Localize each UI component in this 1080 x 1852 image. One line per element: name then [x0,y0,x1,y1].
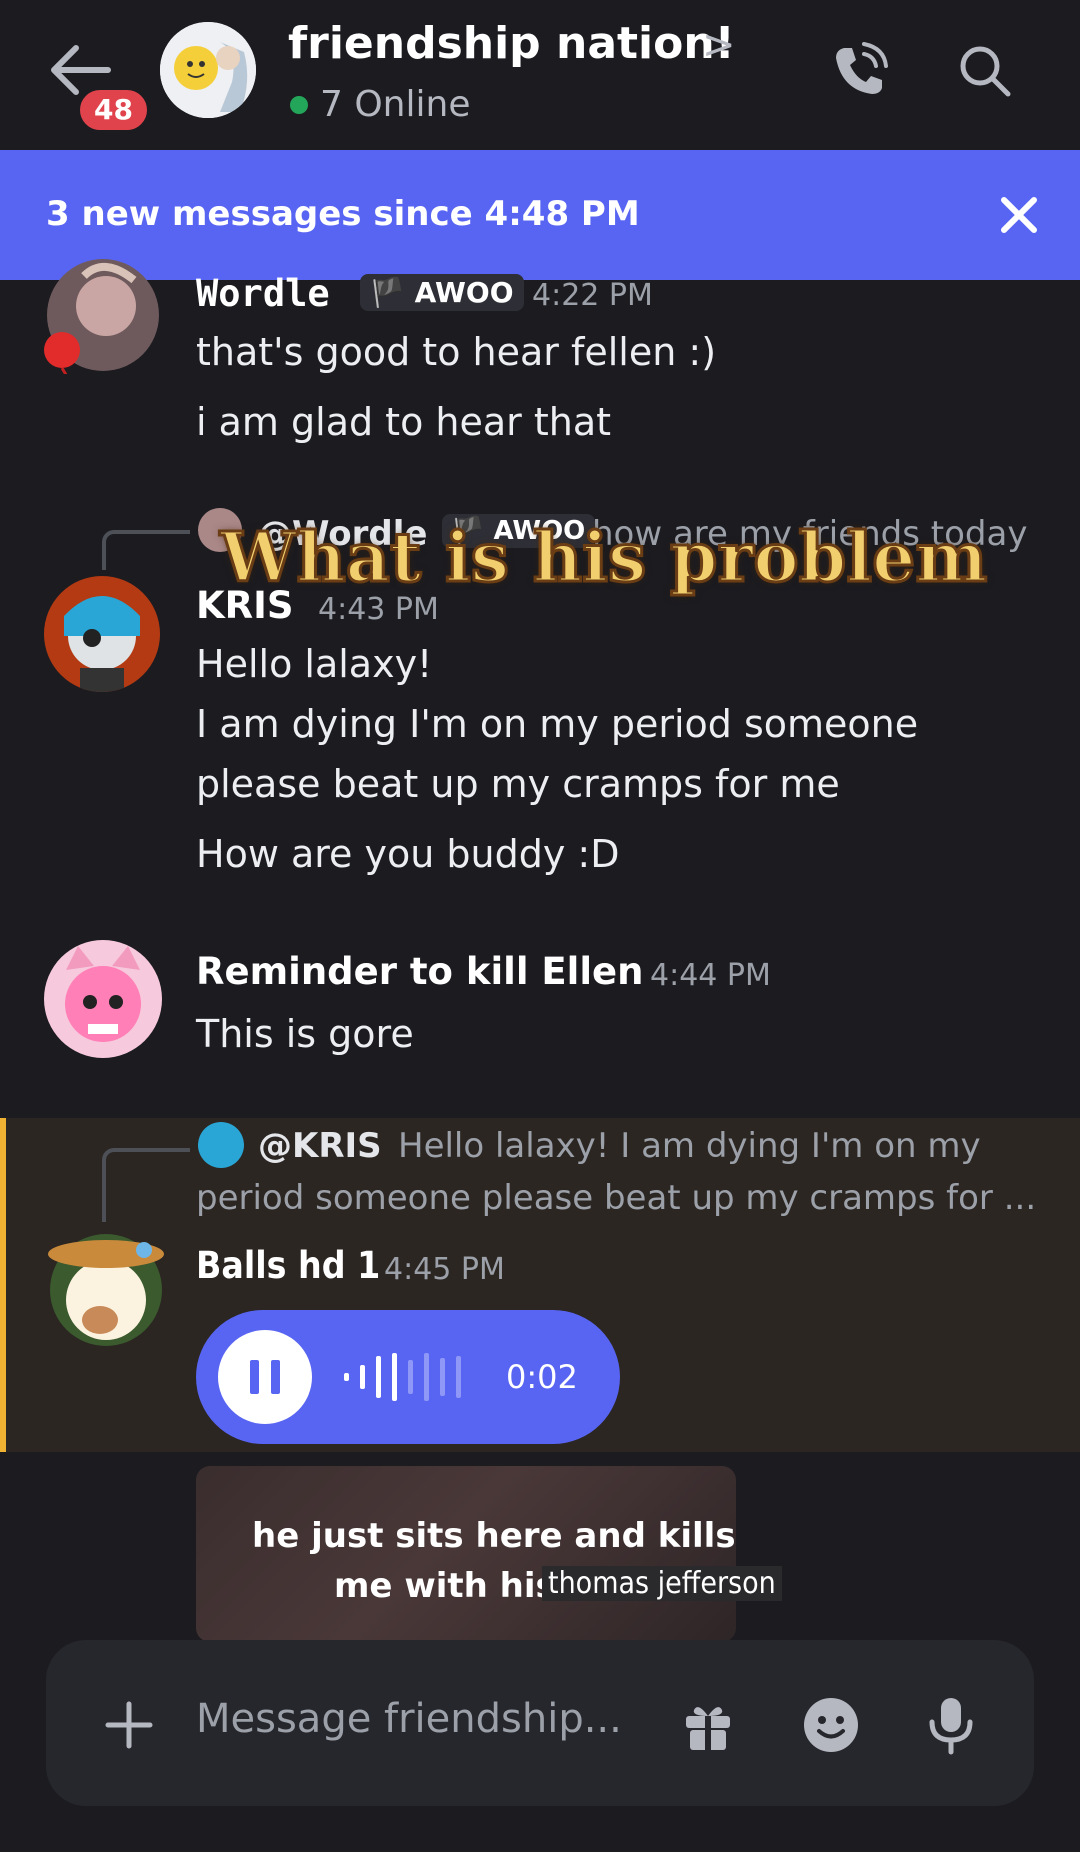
reply-connector [102,1148,190,1222]
online-count: 7 Online [320,84,471,125]
new-messages-text[interactable]: 3 new messages since 4:48 PM [46,194,640,234]
mention-highlight-bar [0,1118,6,1452]
role-tag: 🏴 AWOO [360,274,524,311]
message-line: please beat up my cramps for me [196,762,840,806]
meme-caption-line: me with his [334,1566,556,1606]
message-line: that's good to hear fellen :) [196,330,717,374]
chevron-right-icon[interactable]: > [702,22,736,68]
voice-duration: 0:02 [506,1358,578,1396]
reply-mention[interactable]: @KRIS [258,1126,382,1166]
reply-avatar [198,1122,244,1168]
timestamp: 4:44 PM [650,958,771,993]
microphone-icon[interactable] [926,1694,976,1756]
plus-icon[interactable] [104,1700,154,1750]
reply-connector [102,530,190,570]
phone-call-icon[interactable] [826,38,892,104]
message-line: Hello lalaxy! [196,642,433,686]
pause-icon [250,1360,280,1394]
close-icon[interactable] [994,190,1044,240]
search-icon[interactable] [952,38,1018,104]
username[interactable]: Balls hd 1 [196,1244,380,1287]
message-line: i am glad to hear that [196,400,612,444]
avatar[interactable] [44,940,162,1058]
server-icon[interactable] [160,22,256,118]
channel-title[interactable]: friendship nation! [288,18,735,69]
emoji-icon[interactable] [802,1696,860,1754]
online-status-dot [290,96,308,114]
video-caption-overlay: What is his problem [218,517,988,600]
role-tag-icon: 🏴 [370,276,415,309]
message-line: I am dying I'm on my period someone [196,702,919,746]
gift-icon[interactable] [680,1698,736,1754]
avatar[interactable] [44,1224,168,1348]
reply-preview[interactable]: period someone please beat up my cramps … [196,1178,1036,1218]
username[interactable]: Wordle [196,272,330,315]
message-input[interactable]: Message friendship... [196,1696,622,1742]
unread-badge: 48 [76,86,151,134]
timestamp: 4:22 PM [532,278,653,313]
meme-caption-highlight: thomas jefferson [542,1566,782,1601]
username[interactable]: Reminder to kill Ellen [196,950,643,993]
timestamp: 4:45 PM [384,1252,505,1287]
avatar[interactable] [44,576,160,692]
avatar[interactable] [44,256,162,379]
waveform[interactable] [340,1338,480,1416]
meme-caption-line: he just sits here and kills [252,1516,736,1556]
pause-button[interactable] [218,1330,312,1424]
message-line: This is gore [196,1012,414,1056]
message-line: How are you buddy :D [196,832,620,876]
reply-preview[interactable]: Hello lalaxy! I am dying I'm on my [398,1126,981,1166]
